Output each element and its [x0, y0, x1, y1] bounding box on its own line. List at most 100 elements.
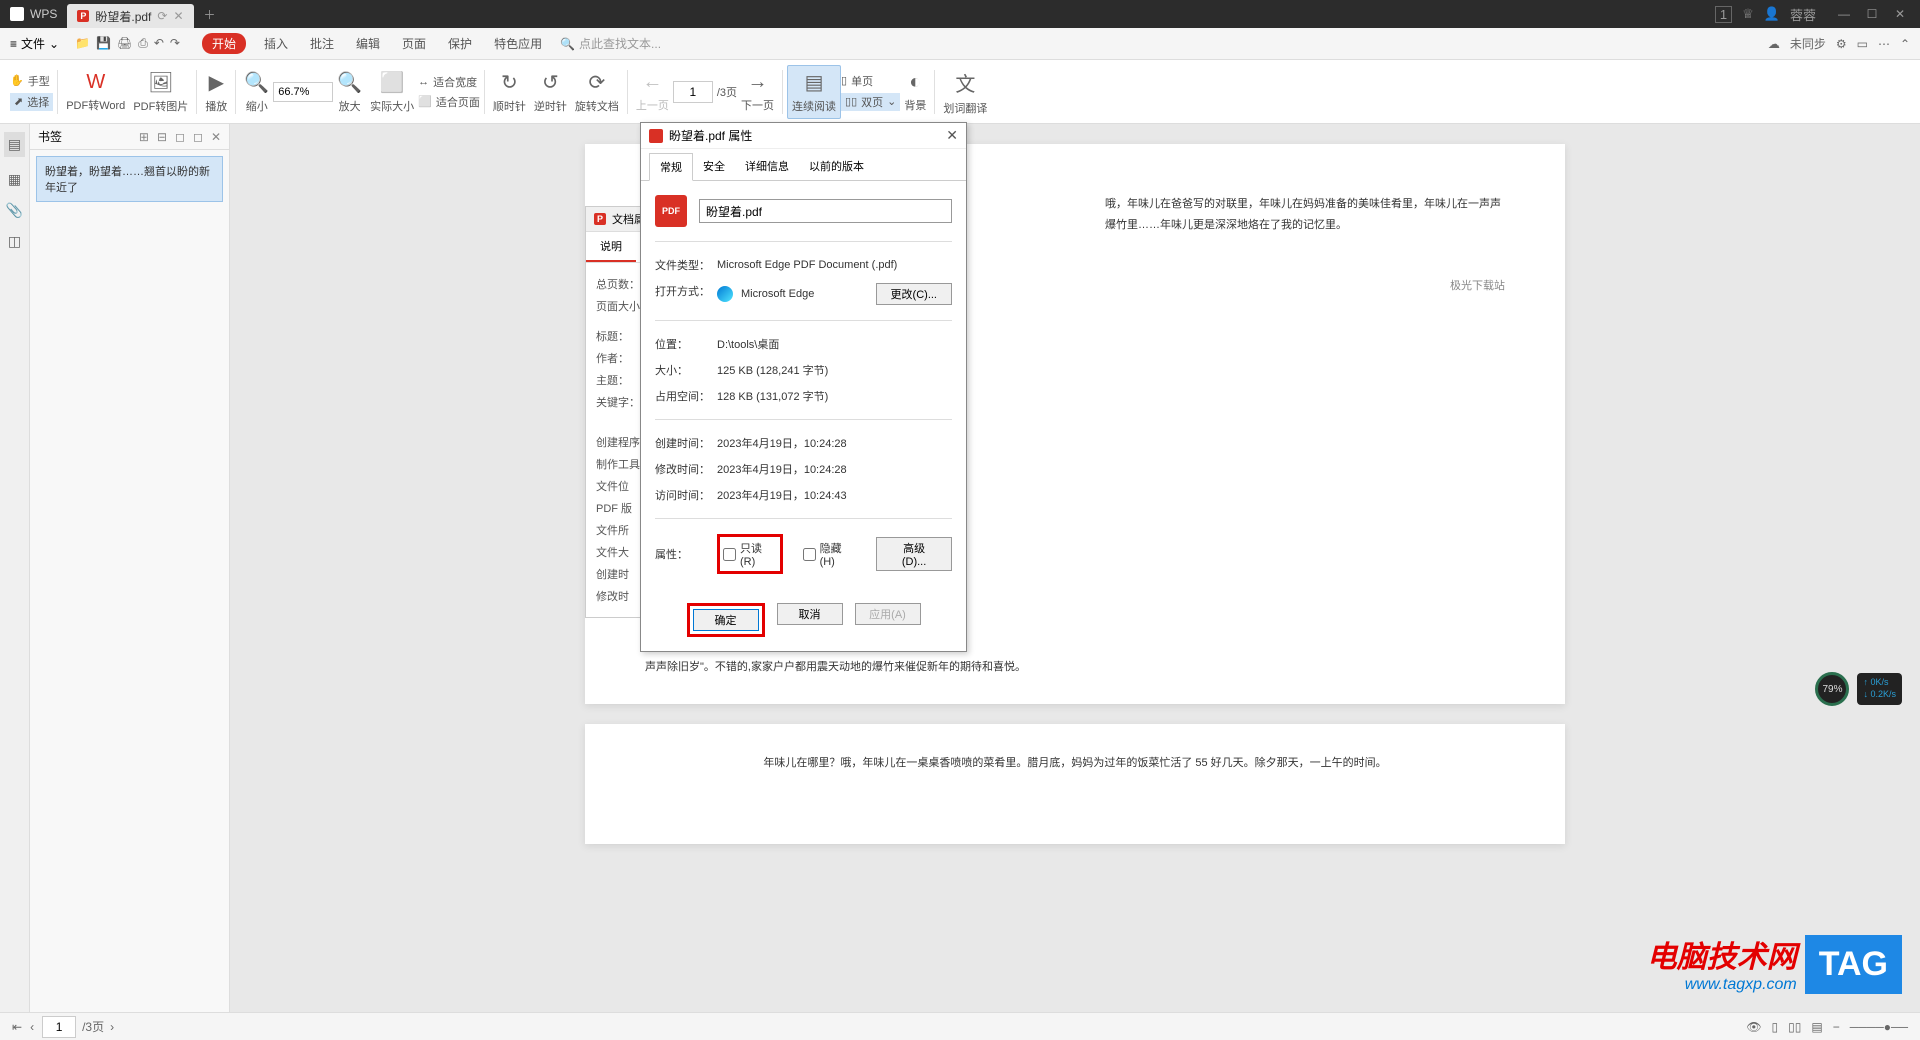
sync-status[interactable]: 未同步: [1790, 35, 1826, 52]
hidden-checkbox[interactable]: 隐藏(H): [803, 540, 857, 568]
advanced-button[interactable]: 高级(D)...: [876, 537, 952, 571]
rotate-ccw[interactable]: ↺逆时针: [530, 68, 571, 116]
open-icon[interactable]: 📁: [75, 36, 90, 51]
layers-icon[interactable]: ◫: [8, 233, 21, 250]
double-page[interactable]: ▯▯双页⌄: [841, 93, 900, 111]
thumbnails-icon[interactable]: ▦: [8, 171, 21, 188]
page-input[interactable]: [673, 81, 713, 103]
fit-page[interactable]: ⬜适合页面: [418, 94, 480, 110]
attachment-icon[interactable]: 📎: [6, 202, 23, 219]
avatar-icon[interactable]: 👤: [1764, 6, 1780, 22]
tab-versions[interactable]: 以前的版本: [799, 153, 874, 180]
search-box[interactable]: 🔍 点此查找文本...: [560, 35, 661, 52]
tab-page[interactable]: 页面: [398, 33, 430, 54]
apply-button[interactable]: 应用(A): [855, 603, 921, 625]
outline-icon[interactable]: ▤: [4, 132, 25, 157]
play-button[interactable]: ▶播放: [201, 68, 231, 116]
pdf-to-word[interactable]: WPDF转Word: [62, 69, 129, 115]
view-mode-icon[interactable]: 👁: [1746, 1020, 1761, 1034]
tab-general[interactable]: 常规: [649, 153, 693, 181]
gear-icon[interactable]: ⚙: [1836, 37, 1847, 51]
document-tab[interactable]: P 盼望着.pdf ⟳ ✕: [67, 4, 193, 28]
performance-widget[interactable]: 79% ↑ 0K/s ↓ 0.2K/s: [1815, 672, 1902, 706]
dialog-title: 盼望着.pdf 属性: [669, 127, 752, 144]
cancel-button[interactable]: 取消: [777, 603, 843, 625]
cursor-icon: ⬈: [14, 95, 23, 108]
bookmark-item[interactable]: 盼望着，盼望着……翘首以盼的新年近了: [36, 156, 223, 202]
zoom-out[interactable]: 🔍缩小: [240, 68, 273, 116]
zoom-out-status[interactable]: −: [1833, 1020, 1840, 1034]
size-label: 大小：: [655, 362, 717, 378]
single-page[interactable]: ▯单页: [841, 73, 900, 89]
prev-page-icon[interactable]: ‹: [30, 1020, 34, 1034]
filename-input[interactable]: [699, 199, 952, 223]
first-page-icon[interactable]: ⇤: [12, 1020, 22, 1034]
redo-icon[interactable]: ↷: [170, 36, 180, 51]
tab-start[interactable]: 开始: [202, 33, 246, 54]
hidden-input[interactable]: [803, 548, 816, 561]
dialog-close-button[interactable]: ✕: [946, 127, 958, 144]
tab-annotate[interactable]: 批注: [306, 33, 338, 54]
maximize-button[interactable]: ☐: [1862, 7, 1882, 21]
created-value: 2023年4月19日，10:24:28: [717, 435, 952, 451]
bm-collapse-icon[interactable]: ⊟: [157, 130, 167, 144]
minimize-button[interactable]: —: [1834, 7, 1854, 21]
collapse-icon[interactable]: ⌃: [1900, 37, 1910, 51]
bm-close-icon[interactable]: ✕: [211, 130, 221, 144]
layout-icon3[interactable]: ▤: [1811, 1020, 1822, 1034]
tab-features[interactable]: 特色应用: [490, 33, 546, 54]
zoom-input[interactable]: [273, 82, 333, 102]
readonly-checkbox[interactable]: 只读(R): [723, 540, 777, 568]
tab-protect[interactable]: 保护: [444, 33, 476, 54]
background[interactable]: ◐背景: [900, 69, 930, 115]
titlebar-badge[interactable]: 1: [1715, 6, 1732, 23]
print2-icon[interactable]: ⎙: [138, 36, 148, 51]
rotate-cw[interactable]: ↻顺时针: [489, 68, 530, 116]
open-with-value: Microsoft Edge 更改(C)...: [717, 283, 952, 305]
actual-size-icon: ⬜: [380, 70, 405, 95]
fit-width[interactable]: ↔适合宽度: [418, 74, 480, 90]
window-icon[interactable]: ▭: [1857, 37, 1868, 51]
status-page-input[interactable]: [42, 1016, 76, 1038]
next-page-icon[interactable]: ›: [110, 1020, 114, 1034]
print-icon[interactable]: 🖨: [117, 36, 132, 51]
zoom-slider[interactable]: ────●──: [1850, 1020, 1908, 1034]
tab-security[interactable]: 安全: [693, 153, 735, 180]
select-tool[interactable]: ⬈选择: [10, 93, 53, 111]
crown-icon[interactable]: ♕: [1742, 6, 1754, 22]
zoom-in[interactable]: 🔍放大: [333, 68, 366, 116]
cloud-sync-icon[interactable]: ☁: [1768, 37, 1780, 51]
document-viewport[interactable]: 盼望着， 人山人海 哦，年味儿在爸爸写的对联里，年味儿在妈妈准备的美味佳肴里，年…: [230, 124, 1920, 1012]
readonly-input[interactable]: [723, 548, 736, 561]
translate[interactable]: 文划词翻译: [939, 66, 991, 118]
pdf-to-image[interactable]: 🖼PDF转图片: [129, 68, 192, 116]
sub-tab-desc[interactable]: 说明: [586, 232, 636, 262]
dialog-titlebar[interactable]: 盼望着.pdf 属性 ✕: [641, 123, 966, 149]
undo-icon[interactable]: ↶: [154, 36, 164, 51]
layout-icon2[interactable]: ▯▯: [1788, 1020, 1801, 1034]
bm-expand-icon[interactable]: ⊞: [139, 130, 149, 144]
continuous-read[interactable]: ▤连续阅读: [787, 65, 841, 119]
bm-del-icon[interactable]: ◻: [193, 130, 203, 144]
tab-close-icon[interactable]: ✕: [173, 9, 183, 23]
save-icon[interactable]: 💾: [96, 36, 111, 51]
modified-value: 2023年4月19日，10:24:28: [717, 461, 952, 477]
tab-insert[interactable]: 插入: [260, 33, 292, 54]
next-page[interactable]: →下一页: [737, 69, 778, 115]
more-icon[interactable]: ⋯: [1878, 37, 1890, 51]
new-tab-button[interactable]: ＋: [204, 6, 216, 23]
prev-page[interactable]: ←上一页: [632, 69, 673, 115]
file-menu[interactable]: ≡ 文件 ⌄: [10, 35, 59, 52]
change-button[interactable]: 更改(C)...: [876, 283, 952, 305]
bm-add-icon[interactable]: ◻: [175, 130, 185, 144]
prev-icon: ←: [642, 71, 662, 94]
actual-size[interactable]: ⬜实际大小: [366, 68, 418, 116]
tab-details[interactable]: 详细信息: [735, 153, 799, 180]
close-window-button[interactable]: ✕: [1890, 7, 1910, 21]
tab-edit[interactable]: 编辑: [352, 33, 384, 54]
hand-tool[interactable]: ✋手型: [10, 73, 53, 89]
rotate-doc[interactable]: ⟳旋转文档: [571, 68, 623, 116]
username[interactable]: 蓉蓉: [1790, 5, 1816, 24]
ok-button[interactable]: 确定: [693, 609, 759, 631]
layout-icon1[interactable]: ▯: [1772, 1020, 1779, 1034]
